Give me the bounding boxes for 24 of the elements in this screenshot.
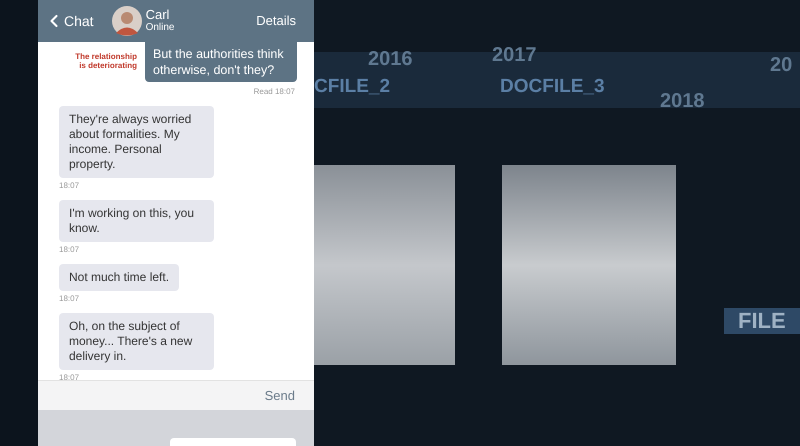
message-bubble: I'm working on this, you know. xyxy=(59,200,214,242)
year-label: 2017 xyxy=(492,43,536,68)
message-time: 18:07 xyxy=(59,244,80,256)
contact-name: Carl xyxy=(146,8,170,21)
year-label: 2016 xyxy=(368,47,412,72)
file-label: DOCFILE_3 xyxy=(500,75,605,99)
details-button[interactable]: Details xyxy=(256,11,296,31)
year-label: 2018 xyxy=(660,89,704,114)
file-tag: FILE xyxy=(724,308,800,334)
message-bubble: They're always worried about formalities. My income. Personal property. xyxy=(59,106,214,178)
message-time: Read 18:07 xyxy=(254,86,295,98)
message-time: 18:07 xyxy=(59,293,80,305)
avatar xyxy=(112,6,142,36)
send-button[interactable]: Send xyxy=(264,386,295,406)
annotation-note: The relationship is deteriorating xyxy=(74,52,137,70)
year-label: 20 xyxy=(770,53,792,78)
message-bubble: Oh, on the subject of money... There's a new delivery in. xyxy=(59,313,214,370)
input-field[interactable] xyxy=(170,438,296,446)
message-time: 18:07 xyxy=(59,180,80,192)
message-bubble: Not much time left. xyxy=(59,264,180,291)
contact-status: Online xyxy=(146,21,174,34)
back-button[interactable]: Chat xyxy=(44,10,94,32)
file-label: CFILE_2 xyxy=(314,75,390,99)
message-time: 18:07 xyxy=(59,372,80,380)
